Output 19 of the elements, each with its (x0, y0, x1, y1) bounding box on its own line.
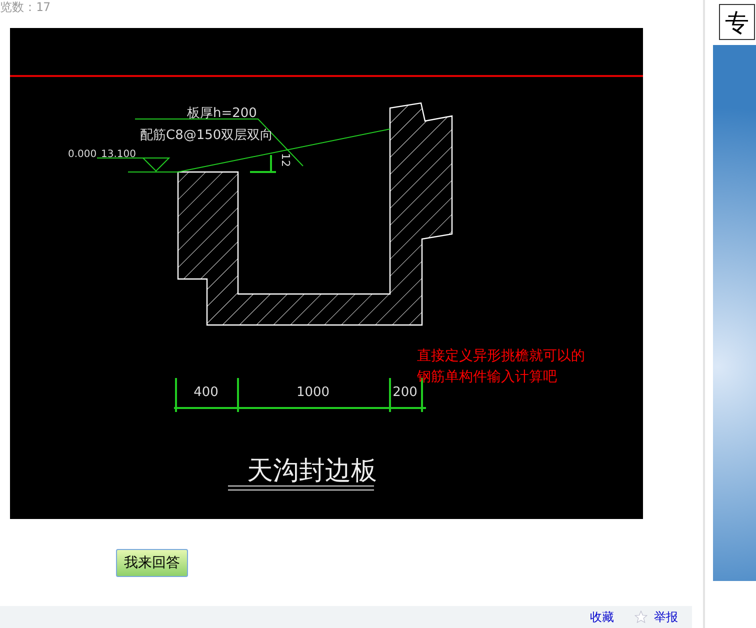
annotation-text: 直接定义异形挑檐就可以的 (417, 348, 585, 364)
dimension-value: 1000 (296, 385, 330, 400)
rebar-note: 配筋C8@150双层双向 (140, 128, 274, 143)
view-count: 览数：17 (0, 0, 52, 14)
dimension-value: 400 (194, 385, 218, 400)
elevation-label: 0.000 (68, 149, 97, 160)
elevation-value: 13.100 (101, 149, 136, 160)
ad-banner[interactable] (713, 45, 756, 581)
ad-badge: 专 (719, 4, 755, 40)
favorite-link[interactable]: 收藏 (590, 608, 614, 626)
thickness-note: 板厚h=200 (187, 106, 257, 121)
answer-button[interactable]: 我来回答 (116, 548, 188, 576)
dimension-value: 200 (392, 385, 418, 400)
annotation-text: 钢筋单构件输入计算吧 (417, 369, 557, 385)
slope-dimension: 12 (279, 153, 292, 167)
drawing-title: 天沟封边板 (247, 456, 377, 486)
star-icon (634, 610, 648, 624)
report-link[interactable]: 举报 (654, 608, 678, 626)
dimension-mark (250, 155, 276, 173)
